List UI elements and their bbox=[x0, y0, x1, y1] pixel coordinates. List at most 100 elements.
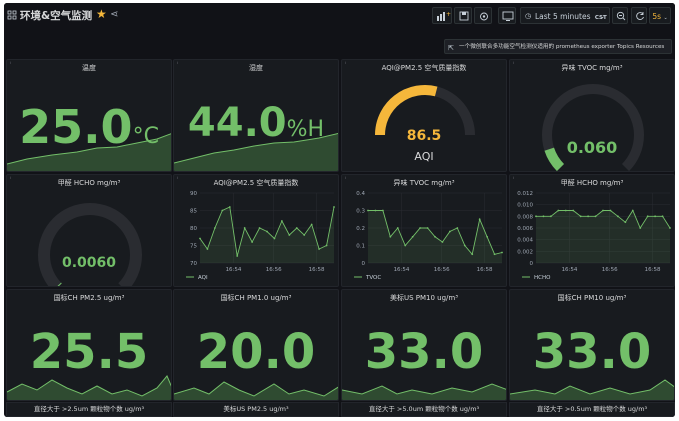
y-tick-label: 0.006 bbox=[517, 226, 533, 232]
panel-pm10-us[interactable]: 美标US PM10 ug/m³ 33.0 bbox=[341, 289, 507, 401]
resources-link[interactable]: ⇱ 一个微创联合多功能空气检测仪适用的 prometheus exporter … bbox=[444, 39, 672, 54]
time-range-picker[interactable]: ◷ Last 5 minutes CST ⌄ bbox=[520, 7, 610, 24]
data-point bbox=[616, 215, 619, 218]
data-point bbox=[325, 244, 328, 247]
tv-mode-button[interactable] bbox=[498, 7, 516, 24]
clock-icon: ◷ bbox=[525, 12, 532, 20]
add-panel-icon: + bbox=[437, 11, 451, 21]
data-point bbox=[381, 209, 384, 212]
data-point bbox=[448, 230, 451, 233]
y-tick-label: 75 bbox=[190, 244, 197, 250]
y-tick-label: 0 bbox=[530, 261, 534, 267]
panel-tvoc-chart[interactable]: ⁱ 异味 TVOC mg/m³ 0 0.1 0.2 0.3 0.4 16:54 16:56 1… bbox=[341, 174, 507, 287]
x-tick-label: 16:54 bbox=[562, 267, 578, 273]
refresh-button[interactable] bbox=[631, 7, 647, 24]
legend-label: TVOC bbox=[365, 275, 381, 281]
add-panel-button[interactable]: + bbox=[432, 7, 452, 24]
x-tick-label: 16:56 bbox=[602, 267, 618, 273]
temperature-value: 25.0°C bbox=[7, 100, 171, 154]
data-point bbox=[587, 215, 590, 218]
panel-aqi-gauge[interactable]: ⁱ AQI@PM2.5 空气质量指数 86.5 AQI bbox=[341, 59, 507, 172]
data-point bbox=[463, 244, 466, 247]
panel-title-particles-5-0[interactable]: 直径大于 >5.0um 颗粒物个数 ug/m³ bbox=[341, 402, 507, 417]
data-point bbox=[374, 209, 377, 212]
panel-hcho-chart[interactable]: ⁱ 甲醛 HCHO mg/m³ 0 0.002 0.004 0.006 0.008 0.0… bbox=[509, 174, 675, 287]
data-point bbox=[594, 215, 597, 218]
data-point bbox=[564, 209, 567, 212]
data-point bbox=[333, 206, 335, 208]
legend-label: AQI bbox=[198, 275, 208, 281]
data-point bbox=[295, 227, 298, 229]
y-tick-label: 0.1 bbox=[356, 244, 365, 250]
legend-label: HCHO bbox=[534, 275, 551, 281]
panel-title-particles-2-5[interactable]: 直径大于 >2.5um 颗粒物个数 ug/m³ bbox=[6, 402, 172, 417]
panel-pm10-ch[interactable]: 国标CH PM10 ug/m³ 33.0 bbox=[509, 289, 675, 401]
x-tick-label: 16:58 bbox=[477, 267, 493, 273]
data-point bbox=[273, 237, 276, 240]
panel-aqi-chart[interactable]: ⁱ AQI@PM2.5 空气质量指数 70 75 80 85 90 16:54 16:56 1… bbox=[173, 174, 339, 287]
chevron-down-icon: ⌄ bbox=[599, 13, 605, 20]
panel-title-particles-0-5[interactable]: 直径大于 >0.5um 颗粒物个数 ug/m³ bbox=[509, 402, 675, 417]
pm10-us-value: 33.0 bbox=[364, 324, 484, 380]
data-point bbox=[199, 237, 201, 240]
data-point bbox=[213, 227, 216, 229]
data-point bbox=[280, 220, 283, 222]
data-point bbox=[206, 248, 209, 250]
data-point bbox=[471, 253, 474, 256]
zoom-out-button[interactable] bbox=[612, 7, 628, 24]
data-point bbox=[310, 223, 313, 226]
tvoc-line-chart: 0 0.1 0.2 0.3 0.4 16:54 16:56 16:58 TVOC bbox=[354, 191, 503, 281]
y-tick-label: 85 bbox=[190, 209, 197, 215]
hcho-line-chart: 0 0.002 0.004 0.006 0.008 0.010 0.012 16:54 16:5… bbox=[517, 191, 671, 281]
hcho-value: 0.0060 bbox=[61, 255, 117, 271]
panel-title-pm25-us[interactable]: 美标US PM2.5 ug/m³ bbox=[173, 402, 339, 417]
panel-pm10-cn[interactable]: 国标CH PM1.0 ug/m³ 20.0 bbox=[173, 289, 339, 401]
data-point bbox=[426, 227, 429, 229]
y-tick-label: 0.008 bbox=[517, 214, 533, 220]
humidity-number: 44.0 bbox=[187, 100, 287, 146]
data-point bbox=[411, 235, 414, 238]
data-point bbox=[318, 248, 321, 250]
data-point bbox=[228, 206, 231, 208]
dashboard-title[interactable]: 环境&空气监测 bbox=[20, 8, 92, 23]
data-point bbox=[266, 230, 268, 233]
data-point bbox=[303, 234, 306, 236]
series-area bbox=[536, 210, 670, 263]
panel-hcho-gauge[interactable]: ⁱ 甲醛 HCHO mg/m³ 0.0060 bbox=[6, 174, 172, 287]
dashboard-frame: 环境&空气监测 ★ ⋖ + ◷ Last 5 minutes CST ⌄ 5s … bbox=[4, 3, 675, 417]
data-point bbox=[639, 227, 642, 229]
data-point bbox=[288, 234, 291, 236]
pm10-ch-value: 33.0 bbox=[532, 324, 652, 380]
star-icon[interactable]: ★ bbox=[96, 7, 107, 21]
x-tick-label: 16:54 bbox=[226, 267, 242, 273]
data-point bbox=[434, 235, 436, 238]
save-dashboard-button[interactable] bbox=[454, 7, 472, 24]
y-tick-label: 80 bbox=[190, 226, 197, 232]
top-bar: 环境&空气监测 ★ ⋖ + ◷ Last 5 minutes CST ⌄ 5s … bbox=[4, 3, 675, 29]
refresh-interval-label: 5s bbox=[652, 12, 662, 21]
pm10-cn-value: 20.0 bbox=[196, 324, 316, 380]
y-tick-label: 0.004 bbox=[517, 238, 533, 244]
aqi-line-chart: 70 75 80 85 90 16:54 16:56 16:58 AQI bbox=[186, 191, 335, 281]
dashboard-grid-icon[interactable] bbox=[7, 10, 17, 20]
data-point bbox=[419, 227, 422, 229]
humidity-value: 44.0%H bbox=[174, 100, 338, 146]
data-point bbox=[389, 235, 392, 238]
panel-tvoc-gauge[interactable]: ⁱ 异味 TVOC mg/m³ 0.060 bbox=[509, 59, 675, 172]
y-tick-label: 90 bbox=[190, 191, 197, 197]
data-point bbox=[221, 209, 224, 212]
data-point bbox=[624, 221, 627, 224]
panel-temperature[interactable]: ⁱ 温度 25.0°C bbox=[6, 59, 172, 172]
settings-button[interactable] bbox=[474, 7, 492, 24]
data-point bbox=[251, 241, 254, 243]
external-link-icon: ⇱ bbox=[448, 44, 454, 52]
aqi-sub-label: AQI bbox=[414, 150, 434, 163]
resources-link-text: 一个微创联合多功能空气检测仪适用的 prometheus exporter To… bbox=[459, 44, 665, 50]
x-tick-label: 16:58 bbox=[309, 267, 325, 273]
data-point bbox=[493, 253, 496, 256]
panel-humidity[interactable]: ⁱ 湿度 44.0%H bbox=[173, 59, 339, 172]
refresh-interval-picker[interactable]: 5s ⌄ bbox=[649, 7, 671, 24]
share-icon[interactable]: ⋖ bbox=[110, 9, 118, 20]
panel-pm25-cn[interactable]: 国标CH PM2.5 ug/m³ 25.5 bbox=[6, 289, 172, 401]
data-point bbox=[243, 227, 246, 229]
